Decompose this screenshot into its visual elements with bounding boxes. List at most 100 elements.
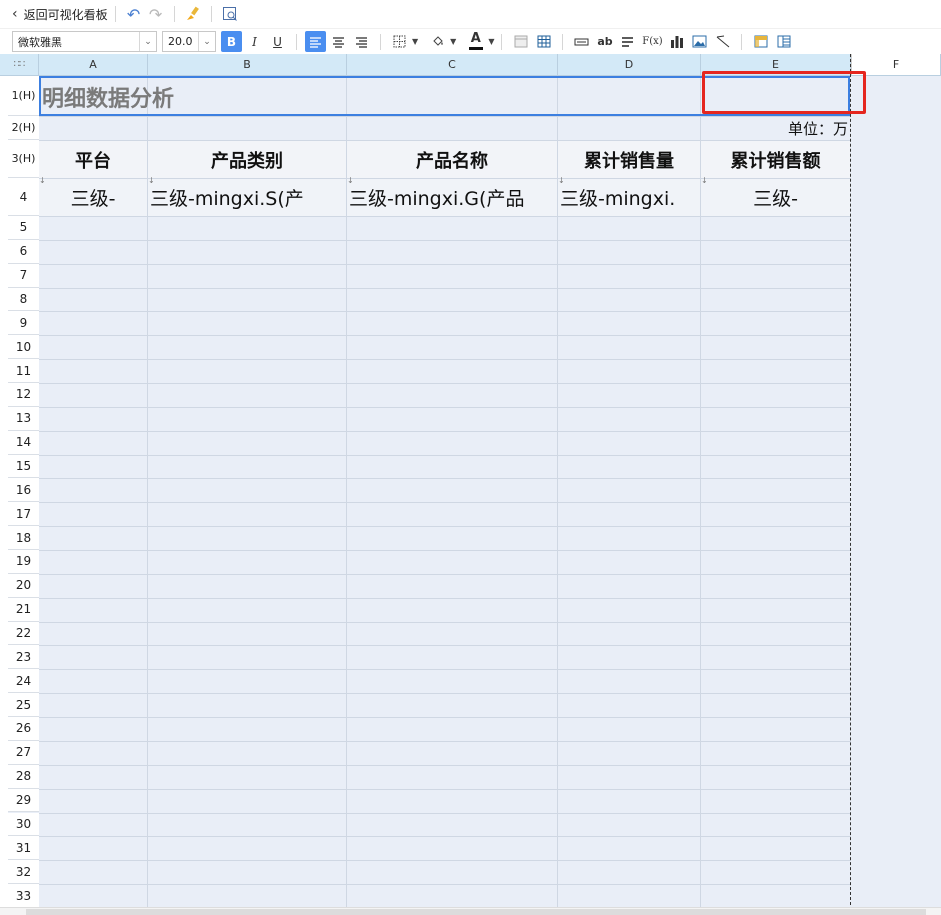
column-header-c[interactable]: C xyxy=(347,54,558,76)
row-header-24[interactable]: 24 xyxy=(8,669,39,694)
grid-line xyxy=(39,454,851,456)
divider xyxy=(173,6,175,22)
font-size-select[interactable]: 20.0 ⌄ xyxy=(162,31,216,52)
brush-icon[interactable] xyxy=(182,3,204,25)
font-family-select[interactable]: 微软雅黑 ⌄ xyxy=(12,31,157,52)
row-header-29[interactable]: 29 xyxy=(8,788,39,813)
italic-button[interactable]: I xyxy=(244,31,265,52)
chart-icon[interactable] xyxy=(666,31,687,52)
caret-down-icon[interactable]: ▼ xyxy=(412,37,418,46)
align-left-icon[interactable] xyxy=(305,31,326,52)
row-header-25[interactable]: 25 xyxy=(8,693,39,718)
slash-icon[interactable] xyxy=(712,31,733,52)
divider xyxy=(501,33,503,50)
row-header-15[interactable]: 15 xyxy=(8,454,39,479)
border-icon[interactable] xyxy=(389,31,410,52)
row-header-2[interactable]: 2(H) xyxy=(8,116,39,140)
bold-button[interactable]: B xyxy=(221,31,242,52)
align-center-icon[interactable] xyxy=(328,31,349,52)
row-header-18[interactable]: 18 xyxy=(8,526,39,551)
row-header-32[interactable]: 32 xyxy=(8,860,39,885)
row-header-3[interactable]: 3(H) xyxy=(8,140,39,178)
row-header-8[interactable]: 8 xyxy=(8,287,39,312)
row-header-12[interactable]: 12 xyxy=(8,383,39,407)
grid-line xyxy=(39,311,851,313)
undo-icon[interactable]: ↶ xyxy=(123,3,145,25)
row-header-7[interactable]: 7 xyxy=(8,263,39,288)
caret-down-icon[interactable]: ▼ xyxy=(488,37,494,46)
row-header-9[interactable]: 9 xyxy=(8,311,39,336)
row-header-31[interactable]: 31 xyxy=(8,836,39,861)
underline-button[interactable]: U xyxy=(267,31,288,52)
row-header-27[interactable]: 27 xyxy=(8,740,39,765)
row-header-17[interactable]: 17 xyxy=(8,502,39,527)
row-header-1[interactable]: 1(H) xyxy=(8,76,39,116)
row-header-10[interactable]: 10 xyxy=(8,335,39,360)
row-header-33[interactable]: 33 xyxy=(8,884,39,908)
report-sheet[interactable]: ∷∷ A B C D E F 1(H) 2(H) 3(H) 4 5 6 7 8 9 10 1… xyxy=(0,54,941,915)
row-header-28[interactable]: 28 xyxy=(8,764,39,789)
font-size-value: 20.0 xyxy=(168,35,193,48)
column-header-b[interactable]: B xyxy=(148,54,347,76)
data-cell-cumulative-amount[interactable]: 三级- xyxy=(701,179,850,216)
data-cell-product-category[interactable]: 三级-mingxi.S(产 xyxy=(148,179,346,216)
data-cell-product-name[interactable]: 三级-mingxi.G(产品 xyxy=(347,179,557,216)
font-color-icon[interactable]: A xyxy=(465,31,486,52)
chevron-down-icon[interactable]: ⌄ xyxy=(198,32,215,51)
back-to-dashboard-button[interactable]: ‹ 返回可视化看板 xyxy=(0,0,108,29)
align-right-icon[interactable] xyxy=(351,31,372,52)
row-header-20[interactable]: 20 xyxy=(8,573,39,598)
grid-line xyxy=(39,836,851,838)
expand-marker-icon: ↓ xyxy=(39,176,46,185)
merge-icon[interactable] xyxy=(571,31,592,52)
grid-line xyxy=(39,812,851,814)
header-cumulative-amount[interactable]: 累计销售额 xyxy=(701,141,850,178)
header-product-category[interactable]: 产品类别 xyxy=(148,141,346,178)
row-header-6[interactable]: 6 xyxy=(8,239,39,264)
row-header-14[interactable]: 14 xyxy=(8,430,39,455)
freeze-icon[interactable] xyxy=(750,31,771,52)
table-icon[interactable] xyxy=(533,31,554,52)
cell-icon[interactable] xyxy=(510,31,531,52)
row-header-11[interactable]: 11 xyxy=(8,359,39,384)
preview-icon[interactable] xyxy=(219,3,241,25)
select-all-corner[interactable]: ∷∷ xyxy=(0,54,39,76)
header-platform[interactable]: 平台 xyxy=(39,141,147,178)
row-header-30[interactable]: 30 xyxy=(8,812,39,837)
grid-line xyxy=(39,788,851,790)
row-header-21[interactable]: 21 xyxy=(8,597,39,622)
row-header-19[interactable]: 19 xyxy=(8,550,39,574)
row-header-23[interactable]: 23 xyxy=(8,645,39,670)
left-strip xyxy=(0,76,8,915)
paragraph-icon[interactable] xyxy=(617,31,638,52)
row-header-22[interactable]: 22 xyxy=(8,621,39,646)
grid-line xyxy=(39,597,851,599)
row-header-5[interactable]: 5 xyxy=(8,216,39,240)
row-header-26[interactable]: 26 xyxy=(8,717,39,741)
row-header-13[interactable]: 13 xyxy=(8,406,39,431)
column-f-area[interactable] xyxy=(851,76,941,915)
header-cumulative-volume[interactable]: 累计销售量 xyxy=(558,141,700,178)
grid-line xyxy=(39,287,851,289)
data-cell-cumulative-volume[interactable]: 三级-mingxi. xyxy=(558,179,700,216)
caret-down-icon[interactable]: ▼ xyxy=(450,37,456,46)
layout-icon[interactable] xyxy=(773,31,794,52)
redo-icon[interactable]: ↷ xyxy=(145,3,167,25)
row-header-4[interactable]: 4 xyxy=(8,178,39,216)
column-header-a[interactable]: A xyxy=(39,54,148,76)
text-icon[interactable]: ab xyxy=(594,31,615,52)
grid-line xyxy=(39,502,851,504)
data-cell-platform[interactable]: 三级- xyxy=(39,179,147,216)
horizontal-scrollbar[interactable] xyxy=(0,907,941,915)
scrollbar-thumb[interactable] xyxy=(26,909,926,915)
column-header-d[interactable]: D xyxy=(558,54,701,76)
chevron-down-icon[interactable]: ⌄ xyxy=(139,32,156,51)
image-icon[interactable] xyxy=(689,31,710,52)
grid-line xyxy=(39,263,851,265)
row-header-16[interactable]: 16 xyxy=(8,478,39,503)
unit-label[interactable]: 单位：万 xyxy=(701,117,850,140)
expand-marker-icon: ↓ xyxy=(558,176,565,185)
header-product-name[interactable]: 产品名称 xyxy=(347,141,557,178)
formula-icon[interactable]: F(x) xyxy=(640,31,664,52)
fill-color-icon[interactable] xyxy=(427,31,448,52)
